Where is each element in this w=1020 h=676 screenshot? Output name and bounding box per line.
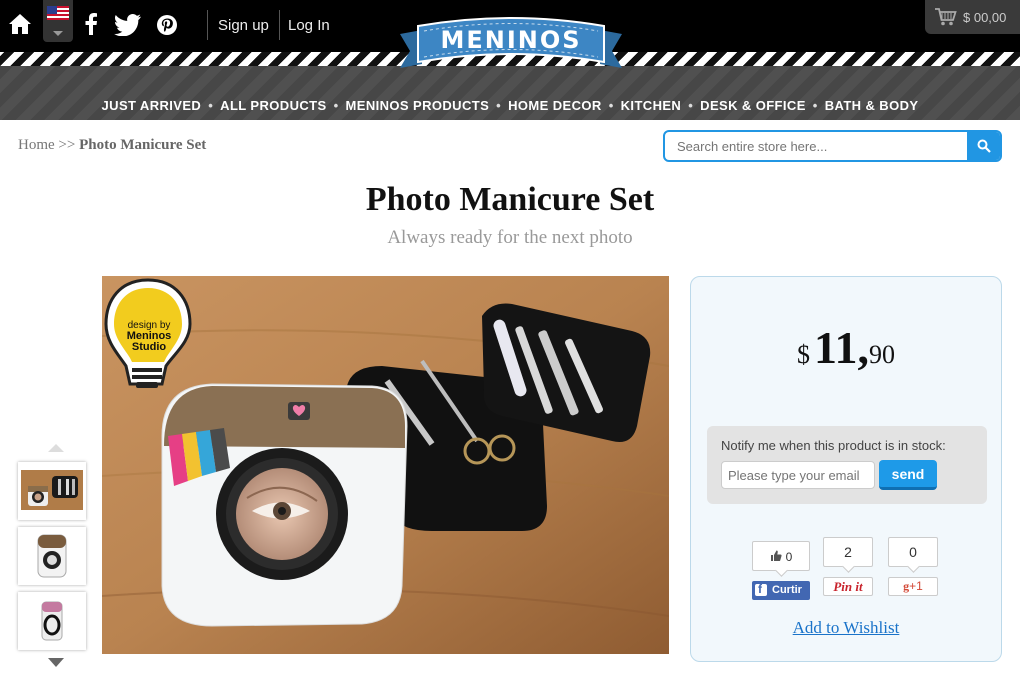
- menu-separator: •: [333, 98, 339, 113]
- product-thumbnail[interactable]: [18, 592, 86, 650]
- breadcrumb-current: Photo Manicure Set: [79, 137, 207, 153]
- gplus-label: +1: [909, 579, 923, 593]
- menu-separator: •: [208, 98, 214, 113]
- facebook-icon[interactable]: [84, 13, 98, 35]
- breadcrumb-separator: >>: [58, 137, 76, 153]
- cart-icon: [935, 8, 957, 26]
- thumbs-up-icon: [770, 550, 782, 561]
- cart-total: $ 00,00: [963, 10, 1007, 25]
- search-input[interactable]: [665, 132, 967, 160]
- menu-separator: •: [608, 98, 614, 113]
- site-logo[interactable]: MENINOS: [398, 12, 624, 82]
- login-link[interactable]: Log In: [288, 17, 330, 34]
- menu-separator: •: [496, 98, 502, 113]
- pinterest-icon[interactable]: [156, 14, 178, 36]
- fb-like-label: Curtir: [772, 584, 802, 596]
- fb-count: 0: [785, 550, 793, 564]
- price-panel: $ 11,90 Notify me when this product is i…: [690, 276, 1002, 662]
- breadcrumb: Home >> Photo Manicure Set: [18, 137, 206, 154]
- notify-label: Notify me when this product is in stock:: [721, 438, 946, 453]
- menu-item-kitchen[interactable]: KITCHEN: [621, 98, 682, 113]
- signup-link[interactable]: Sign up: [218, 17, 269, 34]
- facebook-icon: [755, 582, 767, 596]
- add-to-wishlist-link[interactable]: Add to Wishlist: [691, 618, 1001, 638]
- facebook-like-button[interactable]: Curtir: [752, 581, 810, 600]
- thumbnail-image: [37, 534, 67, 578]
- menu-item-just-arrived[interactable]: JUST ARRIVED: [102, 98, 202, 113]
- divider: [279, 10, 280, 40]
- search-button[interactable]: [967, 132, 1000, 160]
- product-main-image[interactable]: design by Meninos Studio: [102, 276, 669, 654]
- thumbnail-image: [41, 601, 63, 641]
- logo-text: MENINOS: [440, 26, 582, 54]
- product-thumbnail[interactable]: [18, 527, 86, 585]
- price: $ 11,90: [691, 321, 1001, 374]
- search-icon: [977, 139, 991, 153]
- home-icon[interactable]: [8, 13, 32, 35]
- page-title: Photo Manicure Set: [365, 181, 655, 218]
- divider: [207, 10, 208, 40]
- price-currency: $: [797, 340, 811, 369]
- price-decimal: 90: [868, 340, 895, 369]
- menu-item-bath-body[interactable]: BATH & BODY: [825, 98, 919, 113]
- chevron-down-icon: [53, 31, 63, 36]
- menu-separator: •: [812, 98, 818, 113]
- stock-notify-box: Notify me when this product is in stock:…: [707, 426, 987, 504]
- thumbnail-scroll-up-icon[interactable]: [48, 444, 64, 452]
- menu-separator: •: [688, 98, 694, 113]
- pin-it-button[interactable]: Pin it: [823, 577, 873, 596]
- search-box: [663, 130, 1002, 162]
- gplus-button[interactable]: g+1: [888, 577, 938, 596]
- gplus-count: 0: [888, 537, 938, 567]
- twitter-icon[interactable]: [114, 14, 142, 36]
- product-thumbnail[interactable]: [18, 462, 86, 520]
- menu-item-meninos-products[interactable]: MENINOS PRODUCTS: [346, 98, 490, 113]
- main-menu: JUST ARRIVED • ALL PRODUCTS • MENINOS PRODUC…: [0, 98, 1020, 113]
- menu-item-home-decor[interactable]: HOME DECOR: [508, 98, 602, 113]
- page-subtitle: Always ready for the next photo: [387, 227, 633, 248]
- email-field[interactable]: [721, 461, 875, 489]
- thumbnail-image: [21, 470, 83, 510]
- facebook-like-count: 0: [752, 541, 810, 571]
- us-flag-icon: [47, 6, 69, 20]
- language-selector[interactable]: [43, 0, 73, 42]
- send-button[interactable]: send: [879, 460, 937, 490]
- product-photo: design by Meninos Studio: [102, 276, 669, 654]
- cart-button[interactable]: $ 00,00: [925, 0, 1020, 34]
- menu-item-all-products[interactable]: ALL PRODUCTS: [220, 98, 326, 113]
- badge-line-3: Studio: [132, 341, 166, 353]
- breadcrumb-home[interactable]: Home: [18, 137, 55, 153]
- thumbnail-scroll-down-icon[interactable]: [48, 658, 64, 667]
- menu-item-desk-office[interactable]: DESK & OFFICE: [700, 98, 806, 113]
- pin-count: 2: [823, 537, 873, 567]
- price-integer: 11,: [814, 322, 869, 373]
